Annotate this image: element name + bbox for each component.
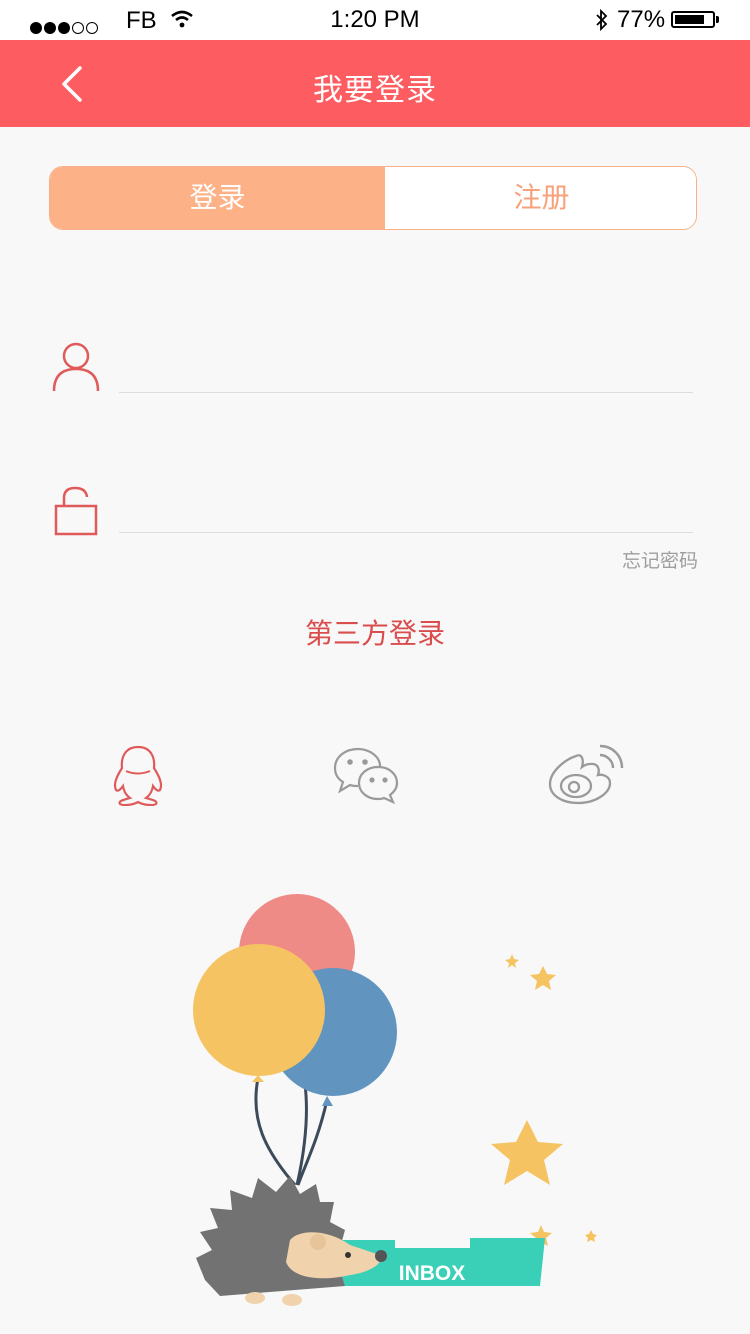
tab-login[interactable]: 登录 [50,167,385,229]
password-input[interactable] [119,478,693,528]
third-party-login-title: 第三方登录 [304,617,445,650]
weibo-icon[interactable] [546,742,626,806]
battery-icon [671,11,719,28]
forgot-password-link[interactable]: 忘记密码 [622,546,698,573]
username-underline [119,392,693,393]
password-underline [119,532,693,533]
status-bar: FB 1:20 PM 77% [0,0,750,40]
inbox-label: INBOX [399,1262,466,1285]
wechat-icon[interactable] [333,746,399,804]
qq-icon[interactable] [108,744,168,806]
login-register-tabs: 登录 注册 [49,166,697,230]
star-icon [491,954,597,1246]
battery-percent: 77% [617,6,666,33]
bluetooth-icon [596,8,608,32]
username-input[interactable] [119,338,693,388]
page-title: 我要登录 [313,73,437,108]
hedgehog-balloon-illustration: INBOX [193,894,597,1306]
user-icon [52,342,100,392]
nav-bar: 我要登录 [0,40,750,127]
lock-icon [54,486,98,536]
tab-register[interactable]: 注册 [385,167,696,229]
